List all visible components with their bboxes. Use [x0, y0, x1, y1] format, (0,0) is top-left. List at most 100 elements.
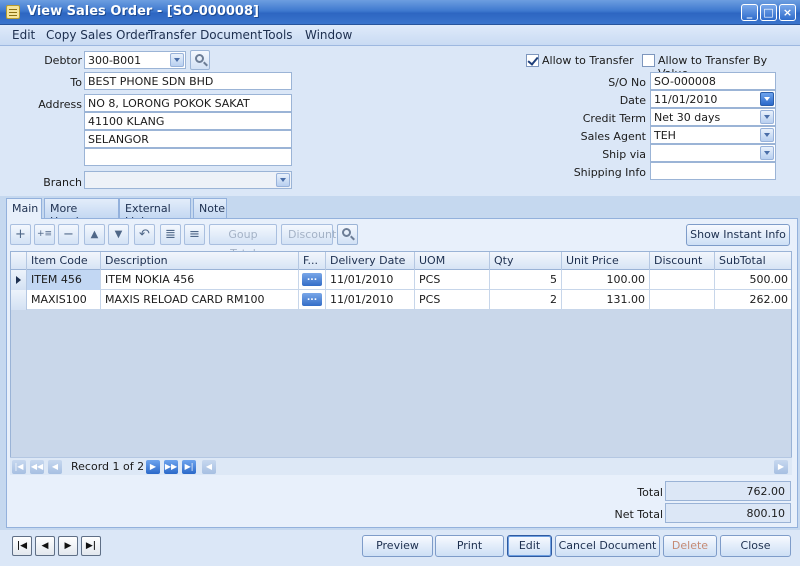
delete-row-button[interactable]: − [58, 224, 79, 245]
scroll-right-icon[interactable]: ▶ [774, 460, 788, 474]
next-page-icon[interactable]: ▶▶ [164, 460, 178, 474]
close-window-button[interactable]: × [779, 4, 796, 21]
menu-edit[interactable]: Edit [12, 28, 35, 42]
debtor-label: Debtor [44, 54, 82, 67]
scroll-left-icon[interactable]: ◀ [202, 460, 216, 474]
cell-discount[interactable] [650, 290, 715, 310]
last-document-icon[interactable]: ▶| [81, 536, 101, 556]
cell-qty[interactable]: 5 [490, 270, 562, 290]
cell-subtotal: 262.00 [715, 290, 791, 310]
maximize-button[interactable]: □ [760, 4, 777, 21]
col-uom[interactable]: UOM [415, 252, 490, 270]
cell-discount[interactable] [650, 270, 715, 290]
address-line-3[interactable]: SELANGOR [84, 130, 292, 148]
table-row[interactable]: MAXIS100 MAXIS RELOAD CARD RM100 ... 11/… [11, 290, 791, 310]
items-grid: Item Code Description F... Delivery Date… [10, 251, 792, 475]
sales-agent-dropdown-button[interactable] [760, 128, 774, 142]
col-unit-price[interactable]: Unit Price [562, 252, 650, 270]
branch-dropdown-button[interactable] [276, 173, 290, 187]
credit-term-field[interactable]: Net 30 days [650, 108, 776, 126]
cell-item-code[interactable]: MAXIS100 [27, 290, 101, 310]
menu-window[interactable]: Window [305, 28, 352, 42]
move-down-button[interactable]: ▼ [108, 224, 129, 245]
add-row-button[interactable]: + [10, 224, 31, 245]
date-field[interactable]: 11/01/2010 [650, 90, 776, 108]
cell-uom[interactable]: PCS [415, 290, 490, 310]
cell-description[interactable]: ITEM NOKIA 456 [101, 270, 299, 290]
debtor-lookup-button[interactable] [190, 50, 210, 70]
discount-button[interactable]: Discount [281, 224, 336, 245]
allow-transfer-by-value-checkbox[interactable] [642, 54, 655, 67]
subtotal-button[interactable]: ≣ [160, 224, 181, 245]
item-package-button[interactable]: ≡ [184, 224, 205, 245]
menu-transfer-document[interactable]: Transfer Document [148, 28, 262, 42]
to-field[interactable]: BEST PHONE SDN BHD [84, 72, 292, 90]
cell-delivery-date[interactable]: 11/01/2010 [326, 290, 415, 310]
so-no-field[interactable]: SO-000008 [650, 72, 776, 90]
tab-more-header[interactable]: More Header [44, 198, 119, 228]
menu-bar: Edit Copy Sales Order Transfer Document … [0, 25, 800, 46]
allow-transfer-checkbox[interactable] [526, 54, 539, 67]
undo-button[interactable]: ↶ [134, 224, 155, 245]
cell-qty[interactable]: 2 [490, 290, 562, 310]
tab-main[interactable]: Main [6, 198, 42, 219]
credit-term-dropdown-button[interactable] [760, 110, 774, 124]
cell-delivery-date[interactable]: 11/01/2010 [326, 270, 415, 290]
prev-record-icon[interactable]: ◀ [48, 460, 62, 474]
tab-note[interactable]: Note [193, 198, 227, 218]
search-icon-handle [350, 235, 355, 241]
next-document-icon[interactable]: ▶ [58, 536, 78, 556]
bottom-bar: |◀ ◀ ▶ ▶| Preview Print Edit Cancel Docu… [0, 530, 800, 566]
show-instant-info-button[interactable]: Show Instant Info [686, 224, 790, 246]
insert-row-button[interactable]: +≡ [34, 224, 55, 245]
col-item-code[interactable]: Item Code [27, 252, 101, 270]
col-description[interactable]: Description [101, 252, 299, 270]
first-record-icon[interactable]: |◀ [12, 460, 26, 474]
col-qty[interactable]: Qty [490, 252, 562, 270]
cell-unit-price[interactable]: 100.00 [562, 270, 650, 290]
branch-field[interactable] [84, 171, 292, 189]
preview-button[interactable]: Preview [362, 535, 433, 557]
so-no-value: SO-000008 [654, 75, 716, 88]
cell-unit-price[interactable]: 131.00 [562, 290, 650, 310]
first-document-icon[interactable]: |◀ [12, 536, 32, 556]
ellipsis-button[interactable]: ... [302, 293, 322, 306]
ship-via-field[interactable] [650, 144, 776, 162]
ellipsis-button[interactable]: ... [302, 273, 322, 286]
next-record-icon[interactable]: ▶ [146, 460, 160, 474]
search-button[interactable] [337, 224, 358, 245]
col-subtotal[interactable]: SubTotal [715, 252, 791, 270]
col-discount[interactable]: Discount [650, 252, 715, 270]
cell-subtotal: 500.00 [715, 270, 791, 290]
ship-via-dropdown-button[interactable] [760, 146, 774, 160]
prev-page-icon[interactable]: ◀◀ [30, 460, 44, 474]
table-row[interactable]: ITEM 456 ITEM NOKIA 456 ... 11/01/2010 P… [11, 270, 791, 290]
print-button[interactable]: Print [435, 535, 504, 557]
cell-item-code[interactable]: ITEM 456 [27, 270, 101, 290]
group-total-button[interactable]: Goup Total [209, 224, 277, 260]
date-dropdown-button[interactable] [760, 92, 774, 106]
address-line-4[interactable] [84, 148, 292, 166]
shipping-info-field[interactable] [650, 162, 776, 180]
cancel-document-button[interactable]: Cancel Document [555, 535, 660, 557]
debtor-dropdown-button[interactable] [170, 53, 184, 67]
menu-tools[interactable]: Tools [263, 28, 293, 42]
move-up-button[interactable]: ▲ [84, 224, 105, 245]
menu-copy-sales-order[interactable]: Copy Sales Order [46, 28, 150, 42]
address-line-1[interactable]: NO 8, LORONG POKOK SAKAT [84, 94, 292, 112]
branch-label: Branch [43, 176, 82, 189]
col-delivery-date[interactable]: Delivery Date [326, 252, 415, 270]
sales-agent-field[interactable]: TEH [650, 126, 776, 144]
minimize-button[interactable]: _ [741, 4, 758, 21]
previous-document-icon[interactable]: ◀ [35, 536, 55, 556]
cell-description[interactable]: MAXIS RELOAD CARD RM100 [101, 290, 299, 310]
tab-external-link[interactable]: External Link [119, 198, 191, 228]
edit-button[interactable]: Edit [507, 535, 552, 557]
cell-uom[interactable]: PCS [415, 270, 490, 290]
col-f[interactable]: F... [299, 252, 326, 270]
close-button[interactable]: Close [720, 535, 791, 557]
delete-button[interactable]: Delete [663, 535, 717, 557]
last-record-icon[interactable]: ▶| [182, 460, 196, 474]
debtor-value: 300-B001 [88, 54, 142, 67]
address-line-2[interactable]: 41100 KLANG [84, 112, 292, 130]
